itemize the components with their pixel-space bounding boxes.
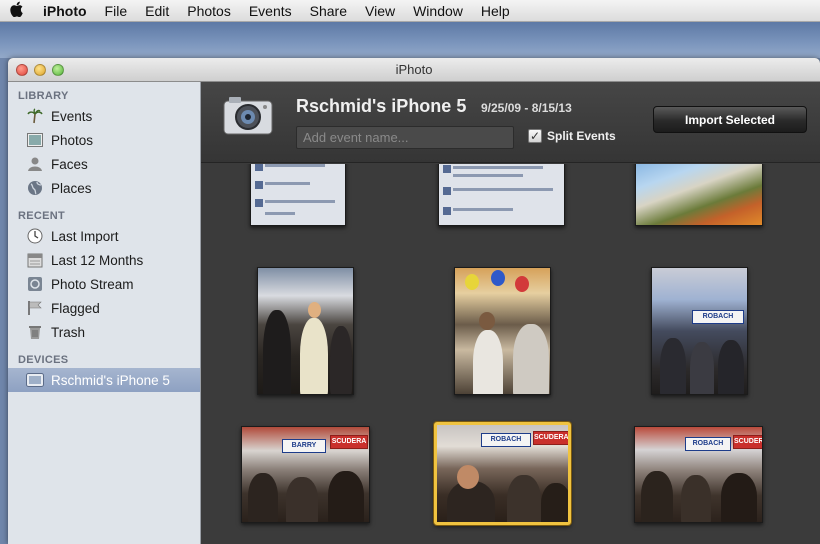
sidebar-item-faces[interactable]: Faces (8, 152, 200, 176)
desktop-background (0, 22, 820, 58)
checkmark-icon[interactable]: ✓ (528, 129, 542, 143)
sidebar-item-label: Flagged (51, 300, 100, 316)
sidebar-item-label: Trash (51, 324, 86, 340)
trash-icon (26, 323, 44, 341)
photo-grid: ROBACH BARRY SCUDERA ROBACH SCUDERA ROBA… (201, 164, 820, 544)
sidebar-item-label: Last 12 Months (51, 252, 144, 268)
flag-icon (26, 299, 44, 317)
split-events-checkbox[interactable]: ✓ Split Events (528, 129, 616, 143)
split-events-label: Split Events (547, 129, 616, 143)
menu-window[interactable]: Window (404, 3, 472, 19)
photo-thumbnail[interactable] (635, 164, 763, 226)
window-titlebar[interactable]: iPhoto (8, 58, 820, 82)
menu-view[interactable]: View (356, 3, 404, 19)
campaign-sign: SCUDERA (533, 431, 568, 445)
face-silhouette-icon (26, 155, 44, 173)
palm-tree-icon (26, 107, 44, 125)
photo-thumbnail[interactable] (257, 267, 354, 395)
sidebar-item-label: Places (51, 180, 92, 196)
campaign-sign: ROBACH (481, 433, 531, 447)
window-title: iPhoto (395, 62, 433, 77)
campaign-sign: SCUDERA (330, 435, 368, 449)
close-window-button[interactable] (16, 63, 28, 76)
apple-logo-icon[interactable] (0, 1, 34, 20)
sidebar-item-places[interactable]: Places (8, 176, 200, 200)
menu-edit[interactable]: Edit (136, 3, 178, 19)
iphoto-window: iPhoto LIBRARY Events Photos Faces Place… (8, 58, 820, 544)
photo-thumbnail-selected[interactable]: ROBACH SCUDERA (434, 422, 571, 525)
date-range: 9/25/09 - 8/15/13 (481, 101, 572, 115)
sidebar-item-label: Events (51, 108, 93, 124)
sidebar-item-label: Faces (51, 156, 88, 172)
menu-iphoto[interactable]: iPhoto (34, 3, 96, 19)
photo-thumbnail[interactable] (438, 164, 565, 226)
campaign-sign: SCUDERA (733, 435, 762, 449)
calendar-icon (26, 251, 44, 269)
photo-thumbnail[interactable] (454, 267, 551, 395)
minimize-window-button[interactable] (34, 63, 46, 76)
sidebar-item-label: Photo Stream (51, 276, 134, 292)
sidebar: LIBRARY Events Photos Faces Places RECEN… (8, 82, 201, 544)
main-content: Rschmid's iPhone 5 9/25/09 - 8/15/13 ✓ S… (201, 82, 820, 544)
sidebar-item-label: Rschmid's iPhone 5 (51, 372, 170, 388)
sidebar-item-trash[interactable]: Trash (8, 320, 200, 344)
photo-icon (26, 131, 44, 149)
photo-stream-icon (26, 275, 44, 293)
sidebar-item-photo-stream[interactable]: Photo Stream (8, 272, 200, 296)
camera-icon (223, 94, 273, 136)
menu-share[interactable]: Share (301, 3, 356, 19)
campaign-sign: BARRY (282, 439, 326, 453)
photo-thumbnail[interactable]: BARRY SCUDERA (241, 426, 370, 523)
photo-thumbnail[interactable]: ROBACH SCUDERA (634, 426, 763, 523)
menu-help[interactable]: Help (472, 3, 519, 19)
sidebar-item-last-import[interactable]: Last Import (8, 224, 200, 248)
menu-events[interactable]: Events (240, 3, 301, 19)
import-selected-button[interactable]: Import Selected (653, 106, 807, 133)
event-name-input[interactable] (296, 126, 514, 149)
campaign-sign: ROBACH (692, 310, 744, 324)
menu-photos[interactable]: Photos (178, 3, 240, 19)
sidebar-item-iphone[interactable]: Rschmid's iPhone 5 (8, 368, 200, 392)
zoom-window-button[interactable] (52, 63, 64, 76)
menu-bar: iPhoto File Edit Photos Events Share Vie… (0, 0, 820, 22)
sidebar-item-last-12-months[interactable]: Last 12 Months (8, 248, 200, 272)
recent-section-header: RECENT (18, 210, 66, 222)
sidebar-item-events[interactable]: Events (8, 104, 200, 128)
clock-icon (26, 227, 44, 245)
iphone-device-icon (26, 371, 44, 389)
import-header: Rschmid's iPhone 5 9/25/09 - 8/15/13 ✓ S… (201, 82, 820, 163)
devices-section-header: DEVICES (18, 354, 69, 366)
photo-thumbnail[interactable]: ROBACH (651, 267, 748, 395)
globe-icon (26, 179, 44, 197)
sidebar-item-flagged[interactable]: Flagged (8, 296, 200, 320)
device-name-title: Rschmid's iPhone 5 (296, 96, 467, 116)
sidebar-item-label: Last Import (51, 228, 119, 244)
photo-thumbnail[interactable] (250, 164, 346, 226)
library-section-header: LIBRARY (18, 90, 69, 102)
window-controls (8, 63, 64, 76)
menu-file[interactable]: File (96, 3, 137, 19)
sidebar-item-label: Photos (51, 132, 94, 148)
sidebar-item-photos[interactable]: Photos (8, 128, 200, 152)
campaign-sign: ROBACH (685, 437, 731, 451)
